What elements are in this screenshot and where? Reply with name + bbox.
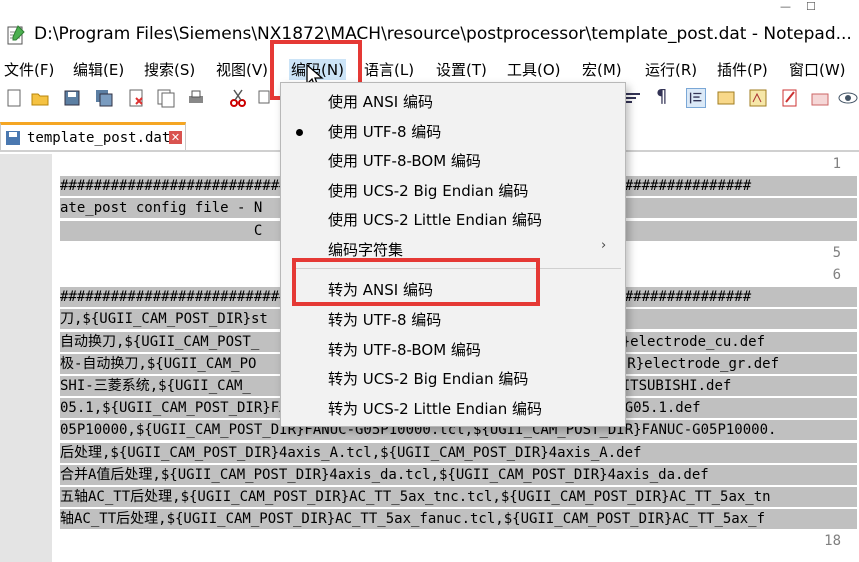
indent-guide-icon[interactable] [686,88,706,108]
line-number: 6 [832,267,841,283]
code-line[interactable]: 合并A值后处理,${UGII_CAM_POST_DIR}4axis_da.tcl… [60,464,857,485]
tab-close-icon[interactable]: ✕ [169,131,182,144]
menu-plugins[interactable]: 插件(P) [717,59,768,80]
line-number: 5 [832,244,841,261]
monitoring-icon[interactable] [810,88,830,108]
menu-item-use-ansi[interactable]: 使用 ANSI 编码 [328,91,433,112]
doc-map-icon[interactable] [716,88,736,108]
saved-file-icon [6,131,20,145]
menu-item-charset[interactable]: 编码字符集 [328,239,403,260]
line-number: 1 [832,156,841,172]
selected-bullet-icon [296,129,303,136]
encoding-dropdown-menu: 使用 ANSI 编码 使用 UTF-8 编码 使用 UTF-8-BOM 编码 使… [280,82,626,427]
menu-window[interactable]: 窗口(W) [789,59,846,80]
open-folder-icon[interactable] [30,88,50,108]
line-number-gutter [0,154,52,562]
menu-item-use-utf8-bom[interactable]: 使用 UTF-8-BOM 编码 [328,150,481,171]
print-icon[interactable] [186,88,206,108]
function-list-icon[interactable] [748,88,768,108]
menu-file[interactable]: 文件(F) [4,59,54,80]
highlight-convert-ansi [292,258,540,306]
eye-icon[interactable] [838,88,858,108]
code-line[interactable]: 五轴AC_TT后处理,${UGII_CAM_POST_DIR}AC_TT_5ax… [60,487,857,507]
menu-item-use-ucs2-be[interactable]: 使用 UCS-2 Big Endian 编码 [328,180,528,201]
save-icon[interactable] [62,88,82,108]
save-all-icon[interactable] [94,88,114,108]
menu-run[interactable]: 运行(R) [645,59,697,80]
minimize-button[interactable]: — [780,0,791,13]
new-file-icon[interactable] [4,88,24,108]
show-all-chars-icon[interactable]: ¶ [656,86,676,107]
menu-item-use-ucs2-le[interactable]: 使用 UCS-2 Little Endian 编码 [328,209,542,230]
menu-search[interactable]: 搜索(S) [144,59,195,80]
maximize-button[interactable]: ☐ [806,0,816,13]
word-wrap-icon[interactable] [624,88,644,108]
menu-item-convert-ucs2-be[interactable]: 转为 UCS-2 Big Endian 编码 [328,368,528,389]
menu-view[interactable]: 视图(V) [216,59,268,80]
menu-item-convert-utf8-bom[interactable]: 转为 UTF-8-BOM 编码 [328,339,481,360]
menu-settings[interactable]: 设置(T) [436,59,487,80]
menu-bar: 文件(F) 编辑(E) 搜索(S) 视图(V) 编码(N) 语言(L) 设置(T… [0,56,859,82]
menu-item-use-utf8[interactable]: 使用 UTF-8 编码 [328,121,441,142]
close-file-icon[interactable] [126,88,146,108]
code-line[interactable]: 轴AC_TT后处理,${UGII_CAM_POST_DIR}AC_TT_5ax_… [60,509,857,530]
menu-language[interactable]: 语言(L) [364,59,414,80]
cut-icon[interactable] [228,88,248,108]
window-title: D:\Program Files\Siemens\NX1872\MACH\res… [34,24,852,44]
tab-template-post[interactable]: template_post.dat ✕ [0,122,186,150]
menu-item-convert-ucs2-le[interactable]: 转为 UCS-2 Little Endian 编码 [328,398,542,419]
tab-label: template_post.dat [27,130,171,146]
menu-macro[interactable]: 宏(M) [582,59,622,80]
submenu-arrow-icon: › [601,238,607,253]
folder-as-workspace-icon[interactable] [780,88,800,108]
line-number: 18 [824,533,841,550]
title-bar: D:\Program Files\Siemens\NX1872\MACH\res… [0,0,859,54]
notepad-icon [7,25,25,45]
code-line[interactable]: 后处理,${UGII_CAM_POST_DIR}4axis_A.tcl,${UG… [60,442,857,463]
menu-edit[interactable]: 编辑(E) [73,59,124,80]
menu-item-convert-utf8[interactable]: 转为 UTF-8 编码 [328,309,441,330]
menu-tools[interactable]: 工具(O) [507,59,561,80]
close-all-icon[interactable] [156,88,176,108]
